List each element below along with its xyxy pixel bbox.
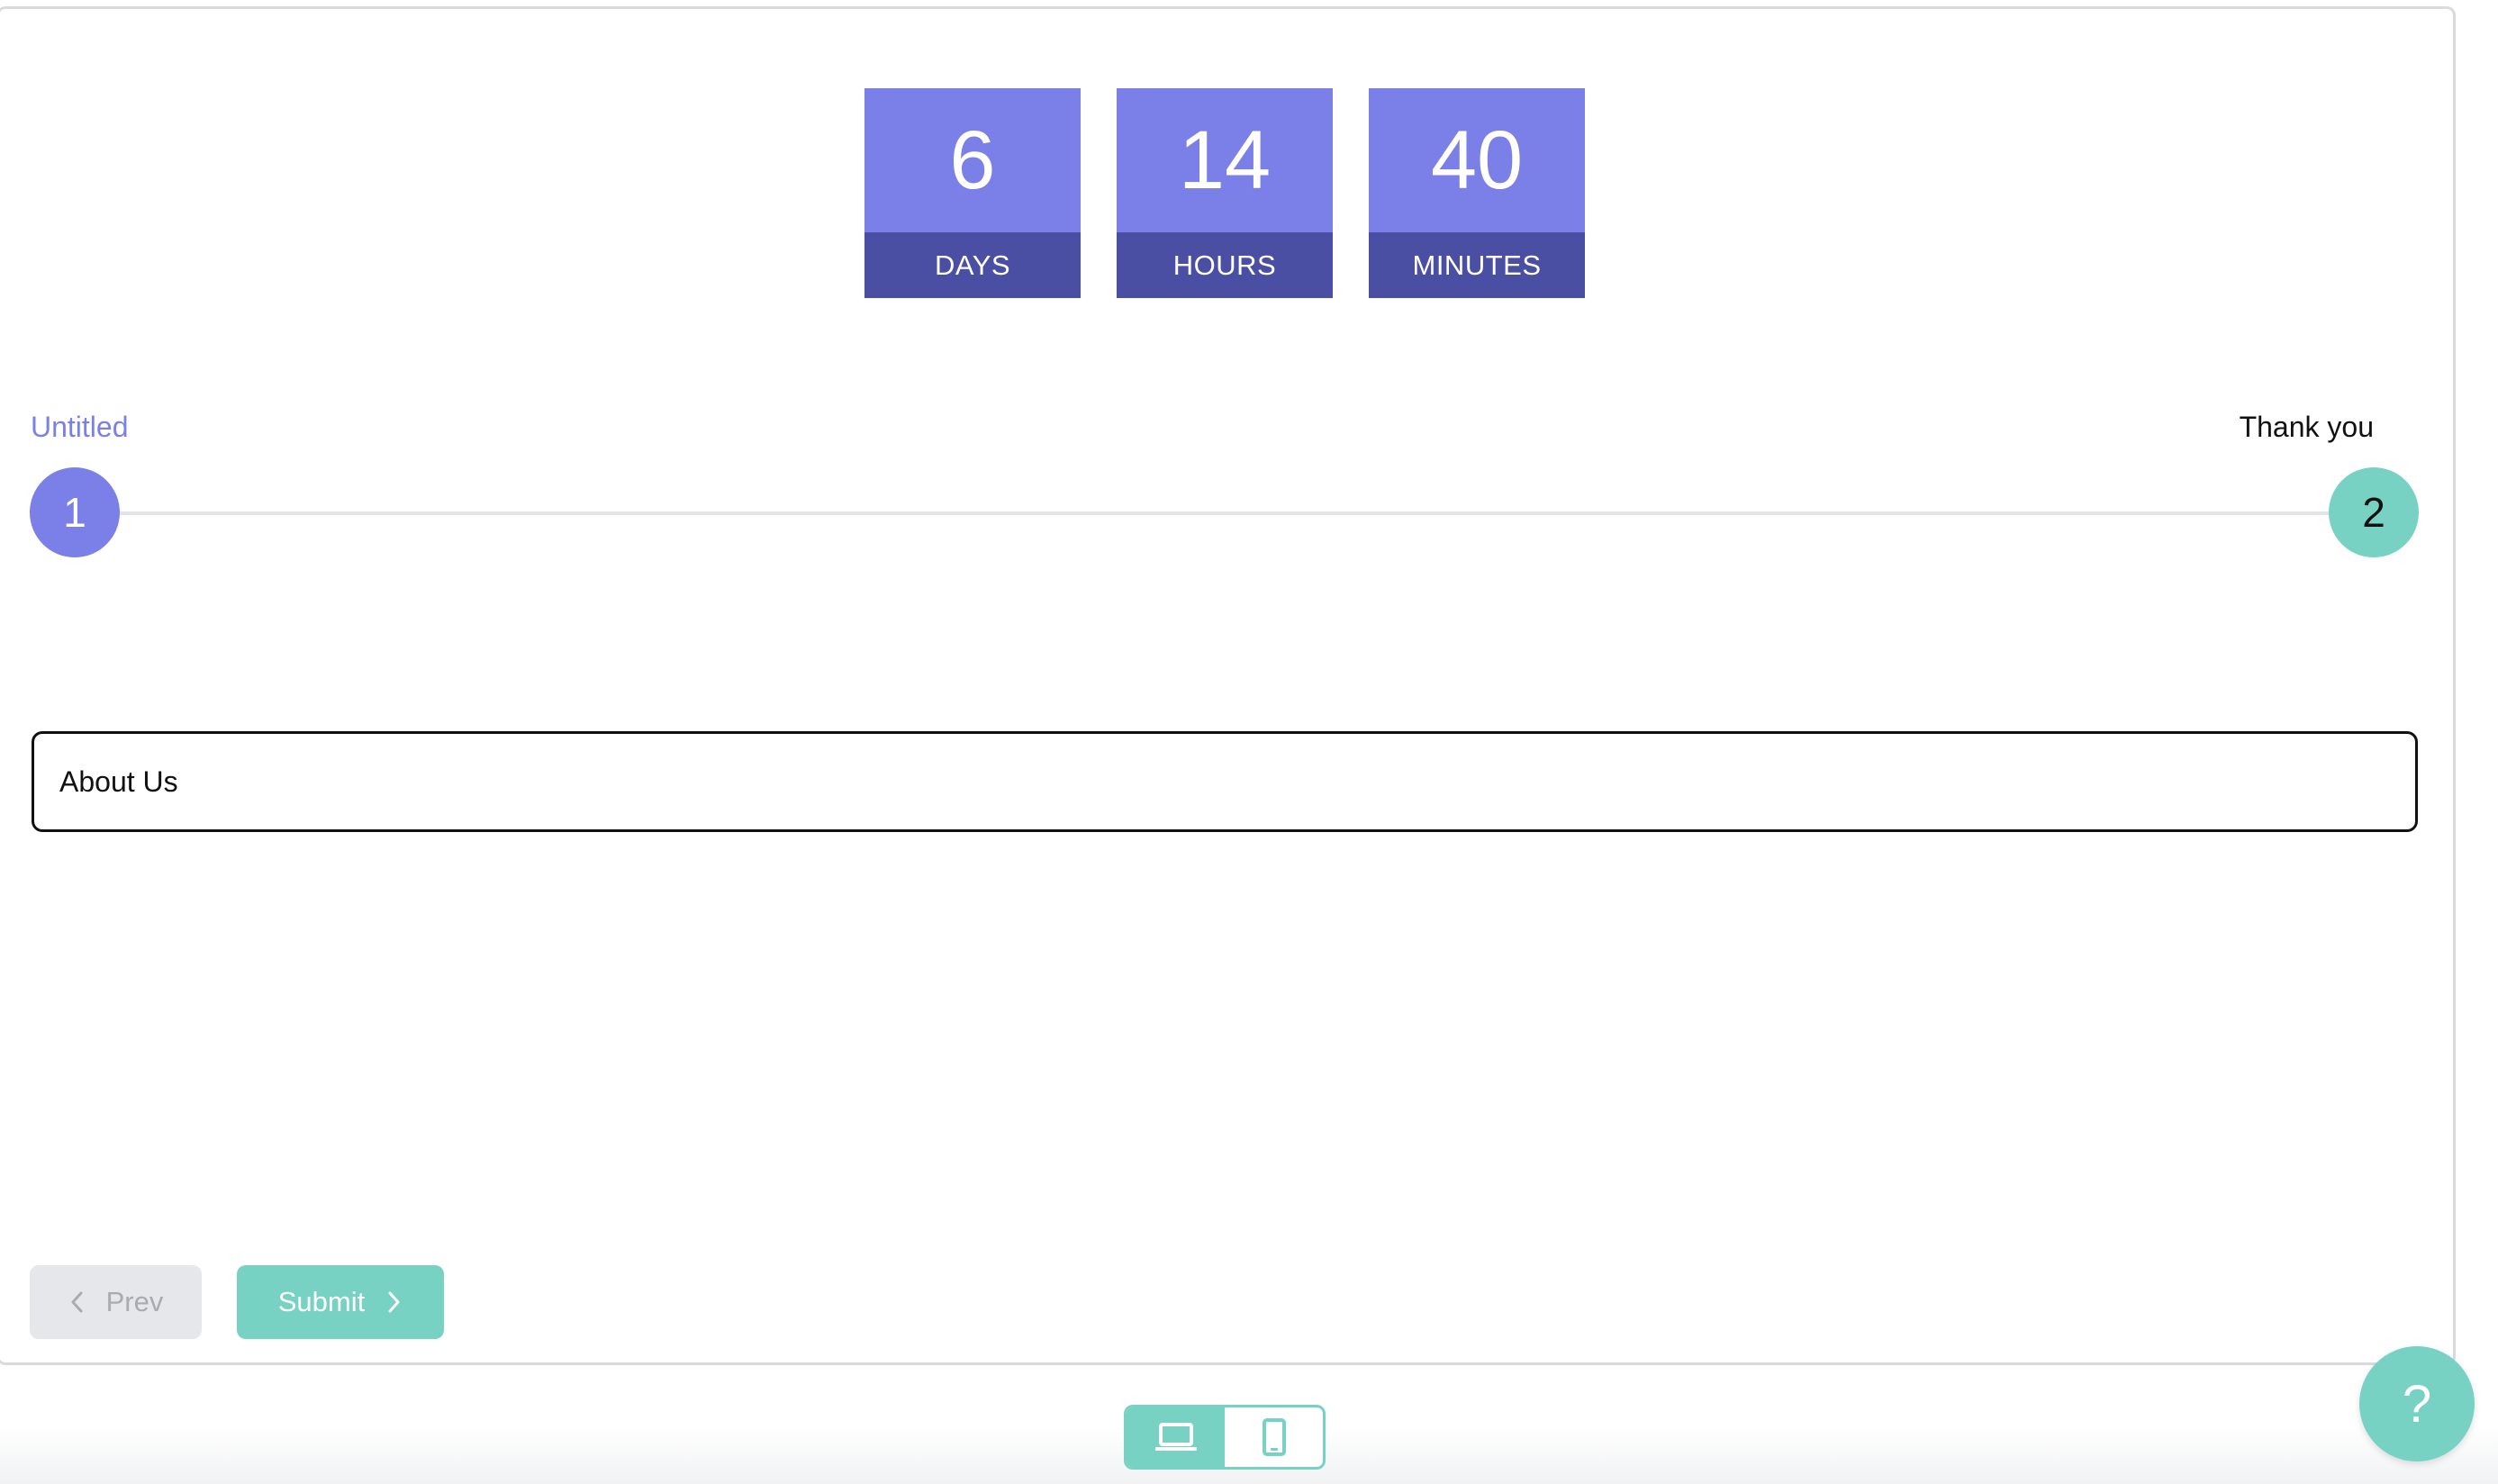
countdown-days-label: DAYS (864, 232, 1081, 298)
countdown-hours-value: 14 (1117, 88, 1333, 232)
stepper-progress-line (116, 511, 2331, 515)
countdown-hours-label: HOURS (1117, 232, 1333, 298)
mobile-icon (1262, 1418, 1286, 1456)
device-view-toggle (1124, 1405, 1326, 1470)
countdown-timer: 6 DAYS 14 HOURS 40 MINUTES (864, 88, 1585, 298)
chevron-right-icon (388, 1291, 400, 1313)
form-preview-frame: 6 DAYS 14 HOURS 40 MINUTES Untitled Than… (0, 6, 2456, 1365)
step-2-title: Thank you (2239, 411, 2374, 443)
step-2-indicator[interactable]: 2 (2329, 467, 2419, 557)
countdown-minutes: 40 MINUTES (1369, 88, 1585, 298)
countdown-hours: 14 HOURS (1117, 88, 1333, 298)
countdown-minutes-label: MINUTES (1369, 232, 1585, 298)
countdown-days-value: 6 (864, 88, 1081, 232)
laptop-icon (1154, 1423, 1197, 1451)
step-1-indicator[interactable]: 1 (30, 467, 120, 557)
chevron-left-icon (71, 1291, 83, 1313)
mobile-view-button[interactable] (1225, 1407, 1323, 1467)
about-us-field[interactable]: About Us (32, 731, 2418, 832)
countdown-minutes-value: 40 (1369, 88, 1585, 232)
help-button[interactable]: ? (2359, 1346, 2475, 1461)
submit-button[interactable]: Submit (237, 1265, 444, 1339)
submit-button-label: Submit (277, 1286, 366, 1317)
prev-button[interactable]: Prev (30, 1265, 202, 1339)
prev-button-label: Prev (105, 1286, 164, 1317)
countdown-days: 6 DAYS (864, 88, 1081, 298)
step-1-title: Untitled (31, 411, 129, 443)
desktop-view-button[interactable] (1127, 1407, 1225, 1467)
